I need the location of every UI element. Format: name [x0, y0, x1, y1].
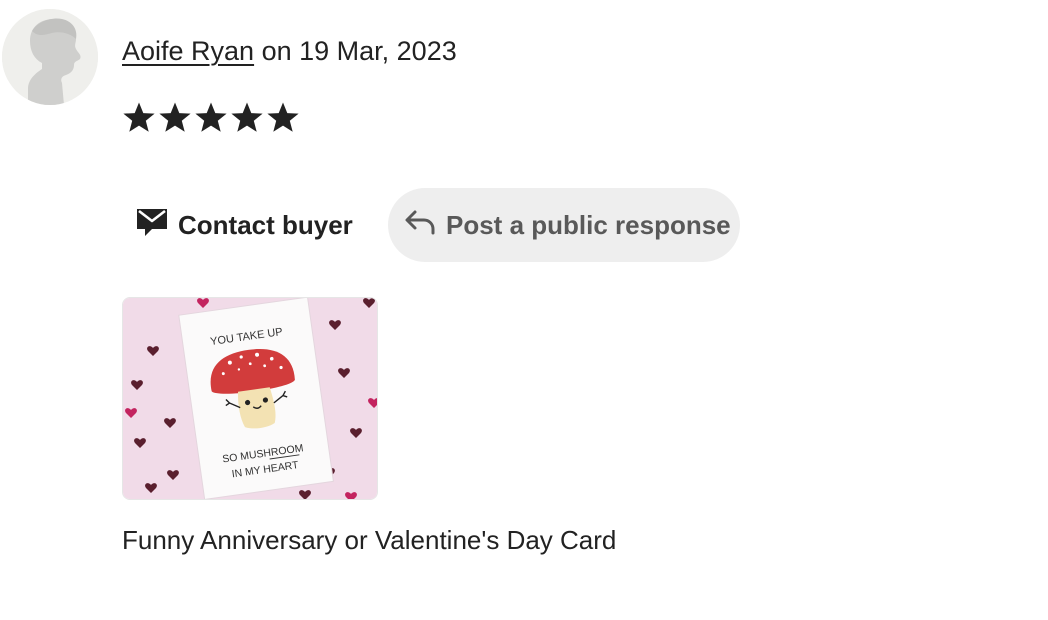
post-public-response-button[interactable]: Post a public response — [388, 188, 740, 262]
reply-arrow-icon — [404, 209, 436, 242]
contact-buyer-label: Contact buyer — [178, 209, 353, 240]
star-rating — [122, 101, 300, 135]
review-date: on 19 Mar, 2023 — [254, 36, 457, 66]
listing-title[interactable]: Funny Anniversary or Valentine's Day Car… — [122, 523, 616, 557]
star-icon — [159, 102, 191, 132]
star-icon — [267, 102, 299, 132]
avatar[interactable] — [2, 9, 98, 105]
review-meta: Aoife Ryan on 19 Mar, 2023 — [122, 34, 457, 68]
contact-buyer-button[interactable]: Contact buyer — [122, 188, 367, 262]
reviewer-name-link[interactable]: Aoife Ryan — [122, 36, 254, 66]
default-user-silhouette-icon — [2, 9, 98, 105]
post-public-response-label: Post a public response — [446, 209, 731, 240]
star-icon — [195, 102, 227, 132]
listing-image: YOU TAKE UP SO MUSHROOM IN MY HEART — [123, 298, 377, 499]
envelope-icon — [136, 207, 168, 244]
listing-thumbnail[interactable]: YOU TAKE UP SO MUSHROOM IN MY HEART — [122, 297, 378, 500]
star-icon — [123, 102, 155, 132]
star-icon — [231, 102, 263, 132]
